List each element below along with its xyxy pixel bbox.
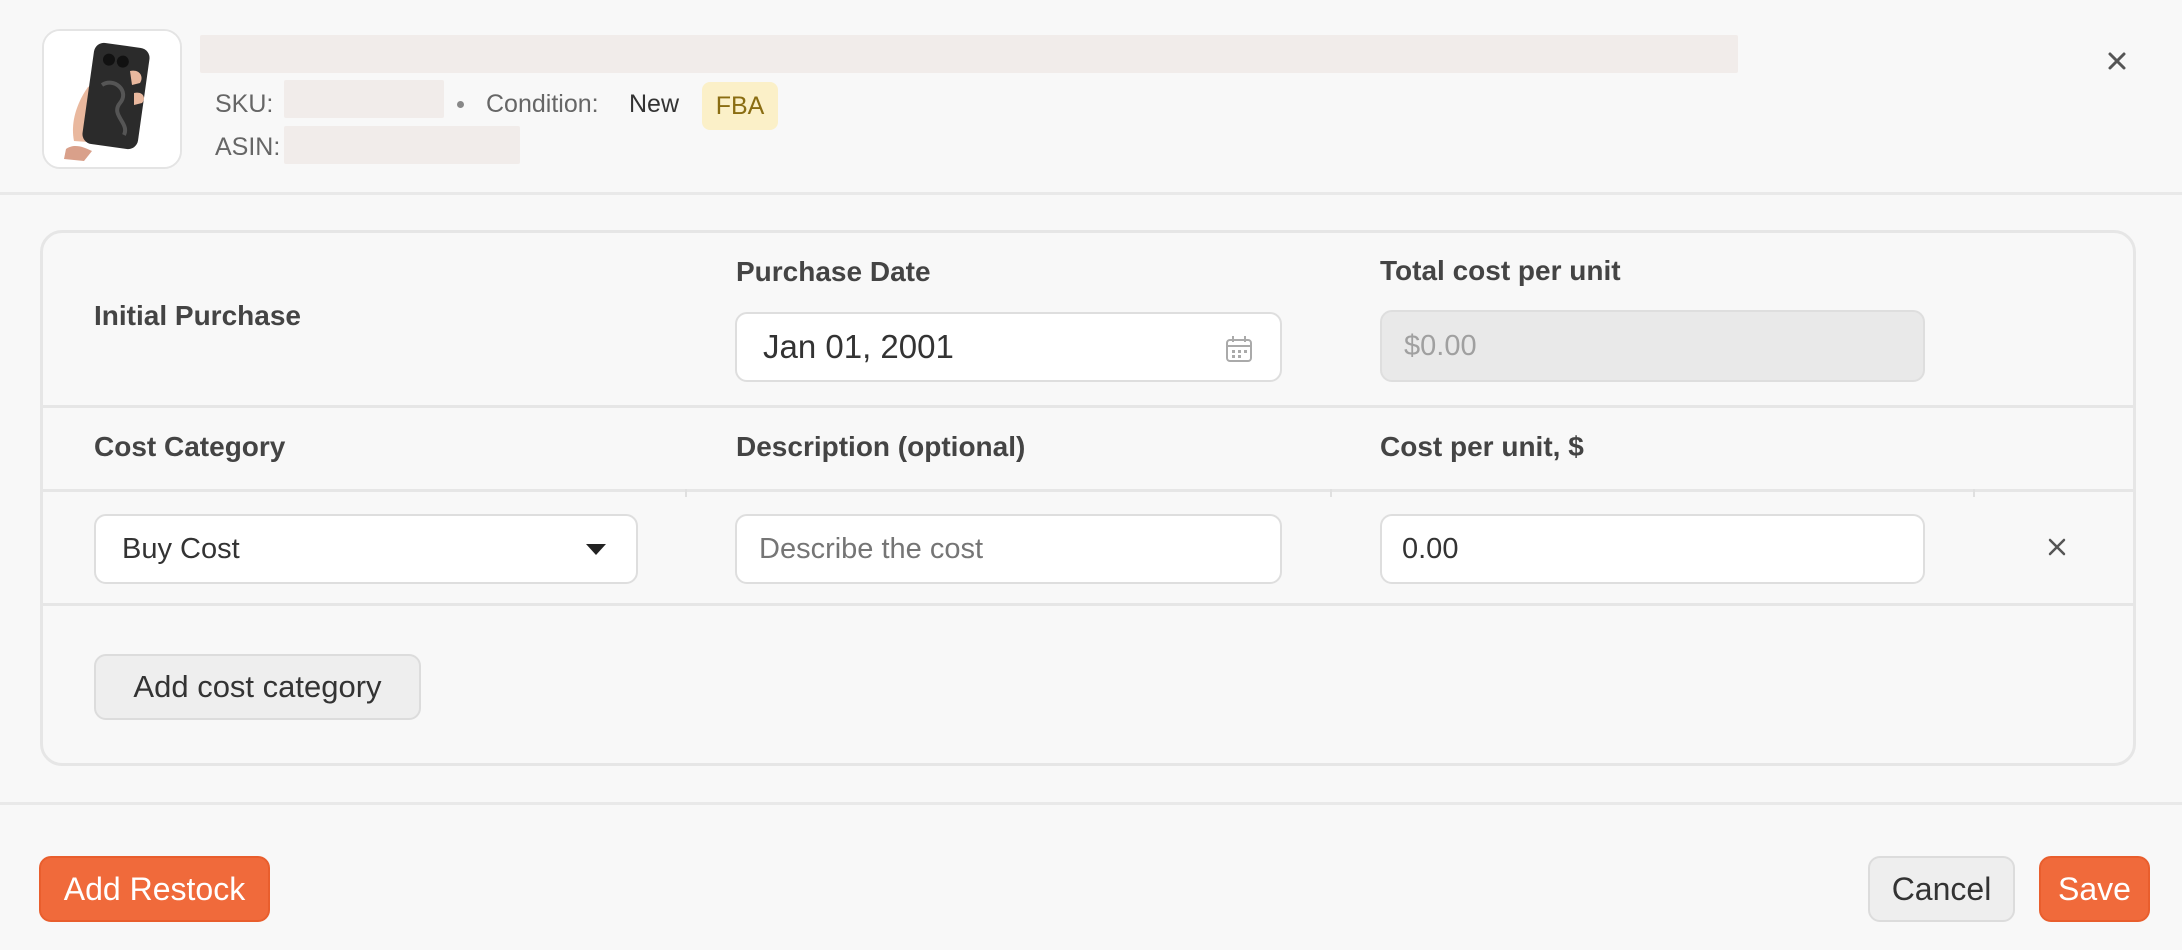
footer-divider bbox=[0, 802, 2182, 805]
total-cost-field: $0.00 bbox=[1380, 310, 1925, 382]
fulfillment-badge: FBA bbox=[702, 82, 778, 130]
product-image bbox=[44, 31, 180, 167]
cancel-button[interactable]: Cancel bbox=[1868, 856, 2015, 922]
cost-per-unit-input[interactable]: 0.00 bbox=[1380, 514, 1925, 584]
column-header-description: Description (optional) bbox=[736, 431, 1026, 462]
product-thumbnail bbox=[42, 29, 182, 169]
calendar-icon[interactable] bbox=[1224, 334, 1254, 364]
column-header-cost-category: Cost Category bbox=[94, 431, 286, 462]
sku-label: SKU: bbox=[215, 90, 274, 118]
condition-label: Condition: bbox=[486, 90, 599, 118]
sku-value-redacted bbox=[284, 80, 444, 118]
asin-value-redacted bbox=[284, 126, 520, 164]
condition-value: New bbox=[629, 90, 680, 118]
divider bbox=[43, 489, 2133, 492]
remove-row-icon[interactable] bbox=[2045, 535, 2069, 559]
purchase-date-input[interactable]: Jan 01, 2001 bbox=[735, 312, 1282, 382]
asin-label: ASIN: bbox=[215, 133, 281, 161]
close-icon[interactable] bbox=[2100, 44, 2134, 78]
edit-cost-modal: SKU: Condition: New FBA ASIN: Initial Pu… bbox=[0, 0, 2182, 950]
product-header: SKU: Condition: New FBA ASIN: bbox=[0, 0, 2182, 195]
purchase-cost-card: Initial Purchase Purchase Date Jan 01, 2… bbox=[40, 230, 2136, 766]
description-input[interactable] bbox=[735, 514, 1282, 584]
initial-purchase-label: Initial Purchase bbox=[94, 300, 301, 331]
product-title-redacted bbox=[200, 35, 1738, 73]
save-button[interactable]: Save bbox=[2039, 856, 2150, 922]
caret-down-icon bbox=[586, 544, 606, 555]
add-cost-category-button[interactable]: Add cost category bbox=[94, 654, 421, 720]
separator-dot bbox=[457, 101, 464, 108]
divider bbox=[43, 603, 2133, 606]
total-cost-label: Total cost per unit bbox=[1380, 255, 1621, 286]
column-separator bbox=[1330, 489, 1332, 497]
purchase-date-label: Purchase Date bbox=[736, 256, 931, 287]
column-separator bbox=[685, 489, 687, 497]
column-separator bbox=[1973, 489, 1975, 497]
cost-category-select[interactable]: Buy Cost bbox=[94, 514, 638, 584]
divider bbox=[43, 405, 2133, 408]
purchase-date-value: Jan 01, 2001 bbox=[763, 328, 954, 365]
add-restock-button[interactable]: Add Restock bbox=[39, 856, 270, 922]
column-header-cost-per-unit: Cost per unit, $ bbox=[1380, 431, 1584, 462]
cost-category-value: Buy Cost bbox=[122, 532, 240, 565]
